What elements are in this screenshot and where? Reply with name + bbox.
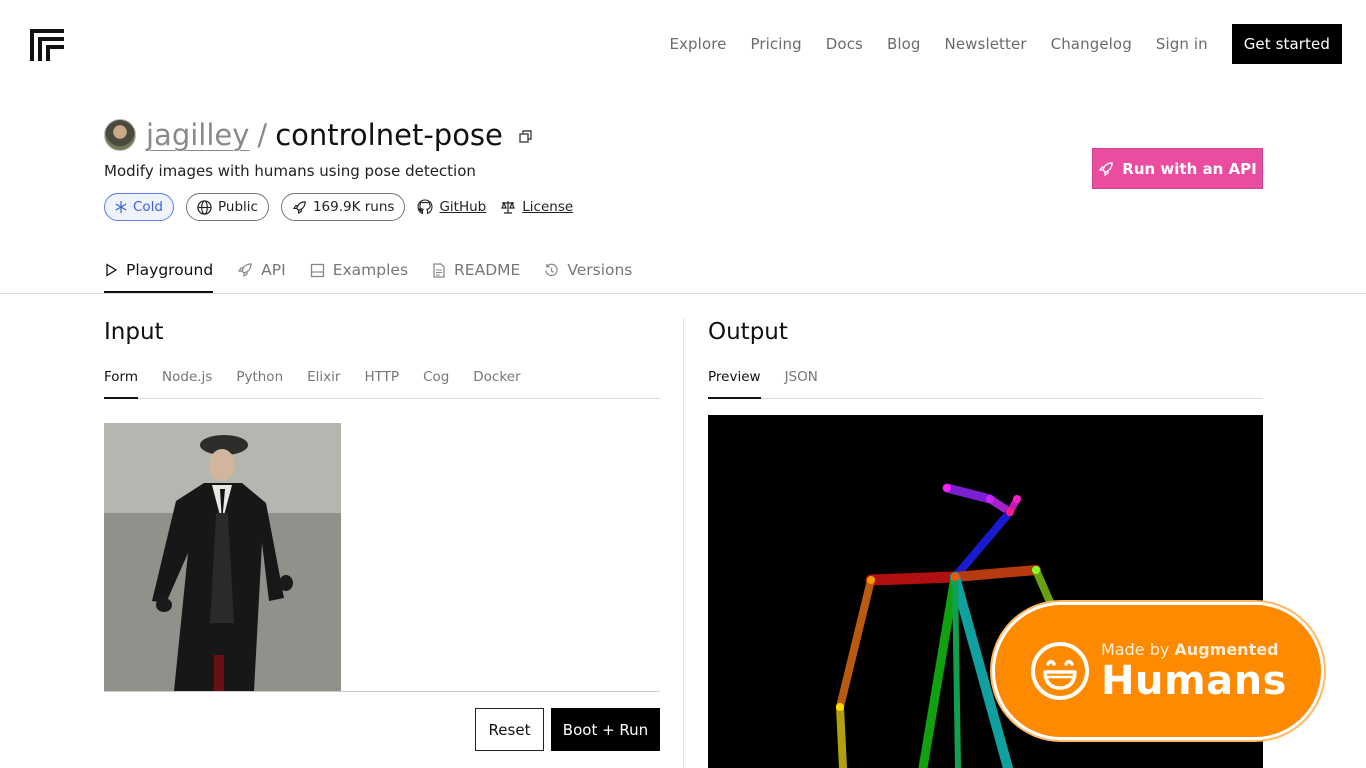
document-icon <box>433 262 445 278</box>
tab-playground[interactable]: Playground <box>104 254 214 293</box>
runs-badge: 169.9K runs <box>280 193 406 221</box>
runs-label: 169.9K runs <box>312 199 395 215</box>
input-title: Input <box>104 319 164 345</box>
snowflake-icon <box>115 201 127 213</box>
github-link[interactable]: GitHub <box>417 199 486 215</box>
reset-button[interactable]: Reset <box>475 708 544 751</box>
model-description: Modify images with humans using pose det… <box>104 162 476 180</box>
github-label[interactable]: GitHub <box>439 199 486 215</box>
run-with-api-button[interactable]: Run with an API <box>1092 148 1263 189</box>
nav-explore-link[interactable]: Explore <box>670 35 727 53</box>
tab-nodejs[interactable]: Node.js <box>162 369 212 399</box>
model-owner-link[interactable]: jagilley <box>146 118 249 152</box>
nav-newsletter-link[interactable]: Newsletter <box>945 35 1027 53</box>
tabs-divider <box>0 293 1366 294</box>
get-started-button[interactable]: Get started <box>1231 24 1342 64</box>
globe-icon <box>197 199 212 215</box>
top-nav: Explore Pricing Docs Blog Newsletter Cha… <box>670 24 1342 64</box>
tab-examples[interactable]: Examples <box>310 254 408 286</box>
cold-badge: Cold <box>104 193 175 221</box>
tab-examples-label: Examples <box>332 261 409 279</box>
input-image-figure <box>104 423 341 691</box>
tab-preview[interactable]: Preview <box>708 369 761 399</box>
rocket-icon <box>1099 161 1113 176</box>
nav-pricing-link[interactable]: Pricing <box>751 35 802 53</box>
public-label: Public <box>218 199 258 215</box>
input-image[interactable] <box>104 423 341 691</box>
cold-label: Cold <box>133 199 164 215</box>
column-divider <box>683 318 684 768</box>
tab-form[interactable]: Form <box>104 369 139 399</box>
scale-icon <box>501 201 516 214</box>
nav-docs-link[interactable]: Docs <box>826 35 863 53</box>
github-icon <box>417 199 434 215</box>
tab-python[interactable]: Python <box>236 369 283 399</box>
tab-readme-label: README <box>454 261 521 279</box>
tab-api-label: API <box>261 261 286 279</box>
public-badge: Public <box>186 193 269 221</box>
replicate-logo-icon[interactable] <box>30 29 64 61</box>
tab-elixir[interactable]: Elixir <box>307 369 340 399</box>
tab-cog[interactable]: Cog <box>423 369 449 399</box>
overlay-humans: Humans <box>1101 657 1287 704</box>
model-badges: Cold Public 169.9K runs GitHub License <box>104 193 587 221</box>
model-header: jagilley / controlnet-pose Modify images… <box>104 116 587 221</box>
tab-playground-label: Playground <box>126 260 214 279</box>
rocket-icon <box>292 200 306 214</box>
nav-changelog-link[interactable]: Changelog <box>1051 35 1132 53</box>
smiley-icon <box>1031 642 1089 700</box>
play-icon <box>106 262 118 277</box>
tab-http[interactable]: HTTP <box>364 369 399 399</box>
avatar[interactable] <box>104 119 136 151</box>
made-by-label: Made by <box>1101 639 1170 659</box>
tab-versions[interactable]: Versions <box>544 254 632 286</box>
tab-readme[interactable]: README <box>432 254 520 286</box>
output-title: Output <box>708 319 788 345</box>
nav-blog-link[interactable]: Blog <box>887 35 921 53</box>
tab-json[interactable]: JSON <box>785 369 818 399</box>
input-code-tabs: Form Node.js Python Elixir HTTP Cog Dock… <box>104 369 660 399</box>
tab-api[interactable]: API <box>237 254 286 286</box>
title-separator: / <box>257 118 268 152</box>
input-divider <box>104 691 660 692</box>
rocket-icon <box>238 263 252 278</box>
output-tabs: Preview JSON <box>708 369 1263 399</box>
model-title: jagilley / controlnet-pose <box>104 116 587 154</box>
boot-run-button[interactable]: Boot + Run <box>551 708 660 751</box>
tab-versions-label: Versions <box>567 261 633 279</box>
tab-docker[interactable]: Docker <box>473 369 520 399</box>
nav-sign-in-link[interactable]: Sign in <box>1156 35 1208 53</box>
history-icon <box>545 263 558 276</box>
copy-icon[interactable] <box>519 130 533 144</box>
license-label[interactable]: License <box>522 199 573 215</box>
model-tabs: Playground API Examples README Versions <box>104 254 656 293</box>
run-with-api-label: Run with an API <box>1122 159 1257 178</box>
overlay-made-by: Made by Augmented <box>1101 640 1287 659</box>
overlay-text: Made by Augmented Humans <box>1101 640 1287 703</box>
examples-icon <box>310 263 324 277</box>
augmented-humans-overlay: Made by Augmented Humans <box>992 602 1324 740</box>
license-link[interactable]: License <box>500 199 573 215</box>
brand-label: Augmented <box>1174 639 1279 659</box>
model-name: controlnet-pose <box>275 118 503 152</box>
